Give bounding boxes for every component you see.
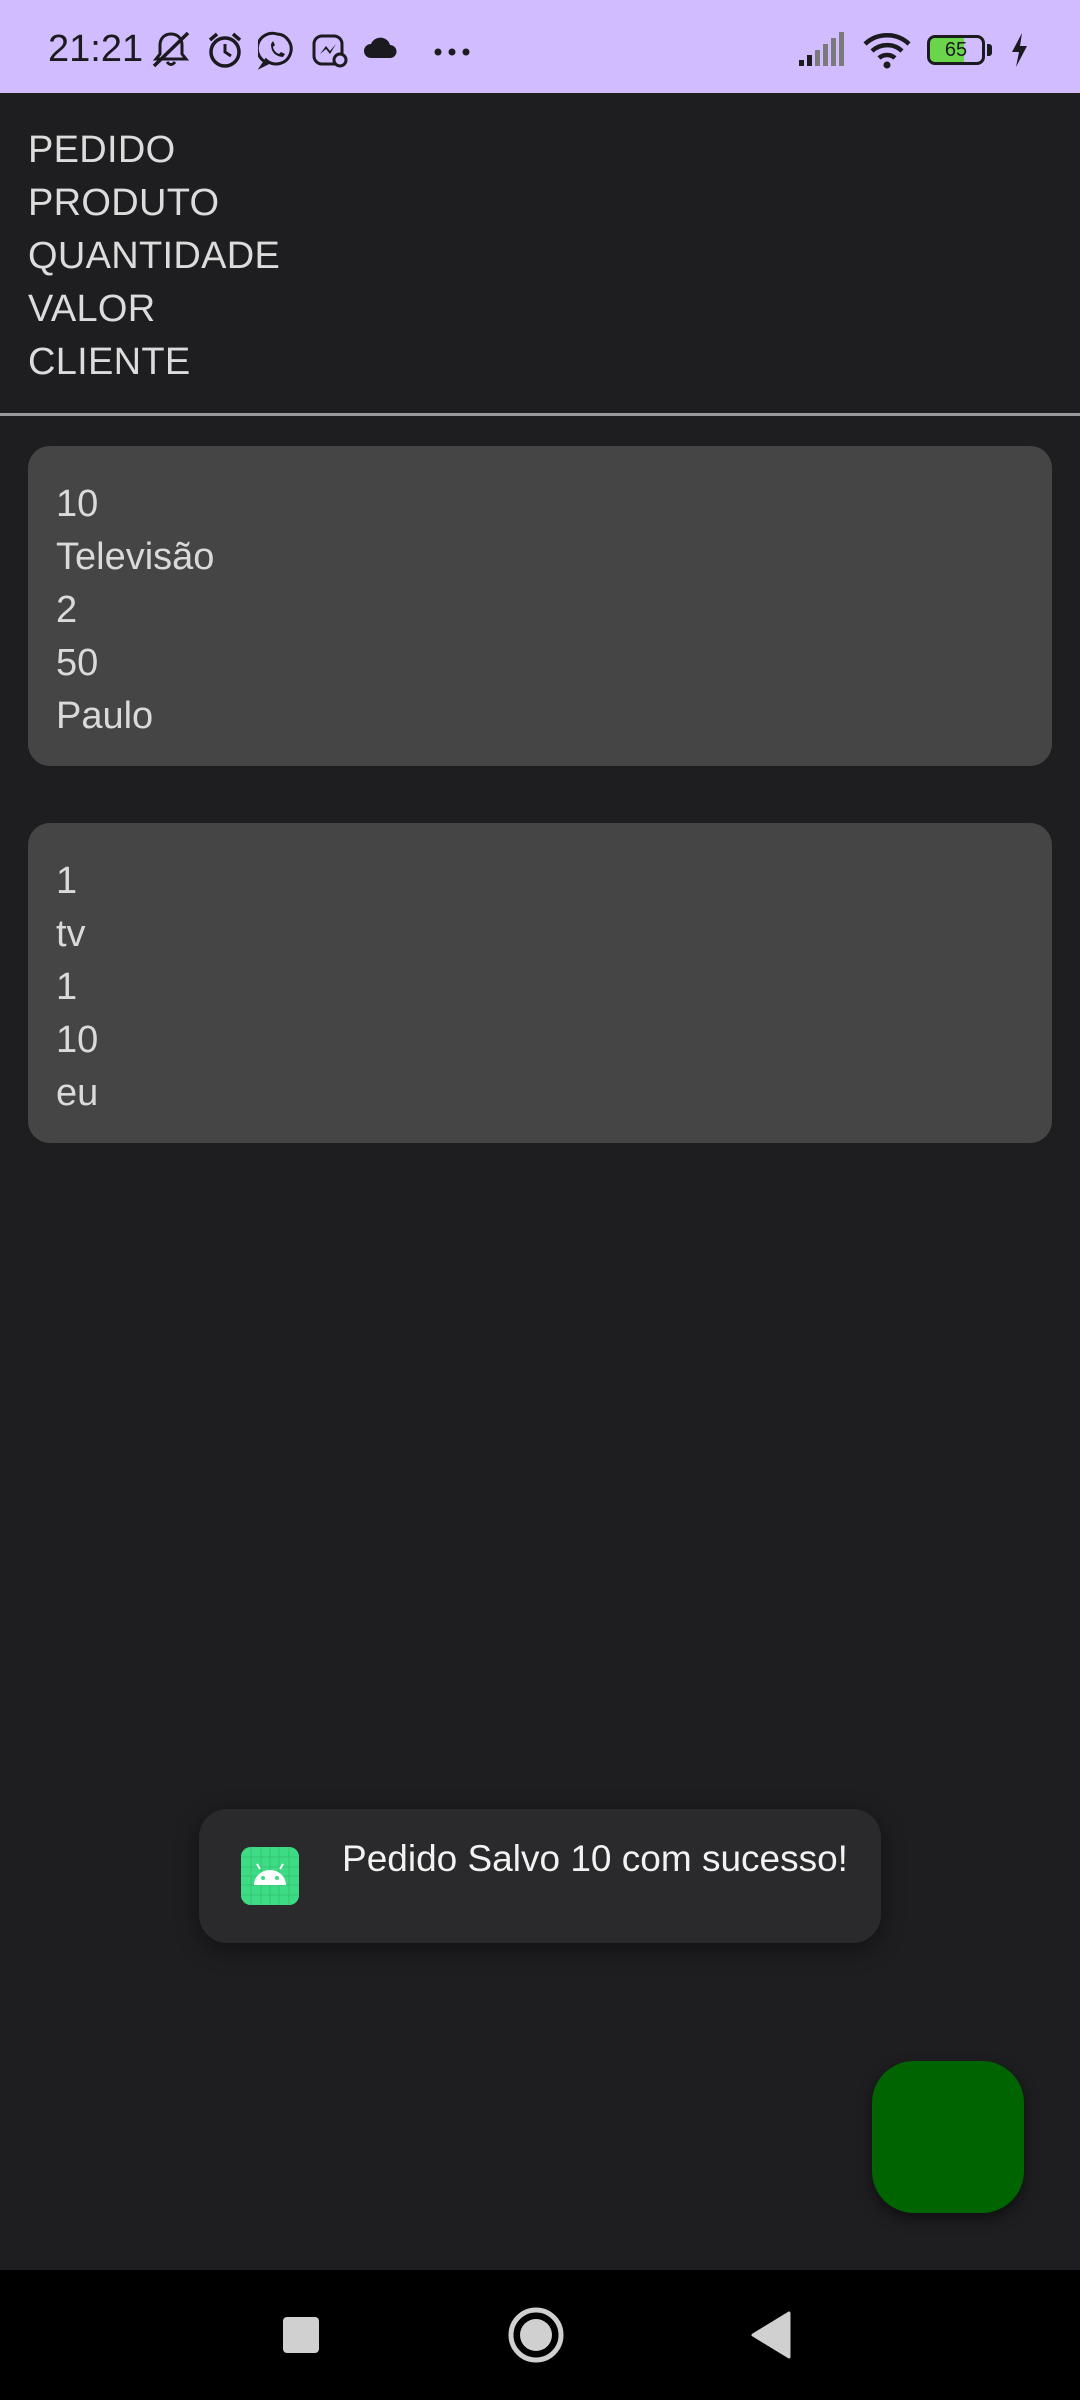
header-divider bbox=[0, 413, 1080, 416]
more-dots-icon bbox=[434, 48, 470, 56]
battery-level-text: 65 bbox=[944, 39, 968, 61]
toast-text: Pedido Salvo 10 com sucesso! bbox=[342, 1838, 848, 1879]
order-pedido: 1 bbox=[56, 860, 78, 902]
order-cliente: eu bbox=[56, 1072, 99, 1114]
cloud-icon bbox=[364, 37, 397, 58]
header-cliente-label: CLIENTE bbox=[28, 341, 191, 383]
home-button[interactable] bbox=[486, 2270, 586, 2400]
status-notification-icons bbox=[150, 30, 474, 70]
recents-square-icon bbox=[283, 2317, 319, 2353]
back-triangle-icon bbox=[751, 2311, 791, 2359]
battery-icon: 65 bbox=[927, 35, 985, 65]
home-circle-icon bbox=[508, 2307, 564, 2363]
order-card[interactable]: 10 Televisão 2 50 Paulo bbox=[28, 446, 1052, 766]
back-button[interactable] bbox=[721, 2270, 821, 2400]
add-order-button[interactable] bbox=[872, 2061, 1024, 2213]
order-pedido: 10 bbox=[56, 483, 99, 525]
order-cliente: Paulo bbox=[56, 695, 154, 737]
list-header: PEDIDO PRODUTO QUANTIDADE VALOR CLIENTE bbox=[28, 124, 1048, 389]
android-app-icon bbox=[241, 1847, 299, 1905]
whatsapp-icon bbox=[258, 31, 293, 70]
order-produto: tv bbox=[56, 913, 86, 955]
order-valor: 10 bbox=[56, 1019, 99, 1061]
header-valor-label: VALOR bbox=[28, 288, 156, 330]
toast-message: Pedido Salvo 10 com sucesso! bbox=[199, 1809, 881, 1943]
order-card[interactable]: 1 tv 1 10 eu bbox=[28, 823, 1052, 1143]
status-bar: 21:21 65 bbox=[0, 0, 1080, 93]
alarm-icon bbox=[208, 32, 242, 68]
messenger-icon bbox=[312, 34, 348, 68]
status-time: 21:21 bbox=[48, 28, 144, 70]
signal-icon bbox=[799, 32, 844, 66]
order-valor: 50 bbox=[56, 642, 99, 684]
order-quantidade: 1 bbox=[56, 966, 78, 1008]
header-produto-label: PRODUTO bbox=[28, 182, 220, 224]
order-produto: Televisão bbox=[56, 536, 215, 578]
header-pedido-label: PEDIDO bbox=[28, 129, 176, 171]
wifi-icon bbox=[863, 33, 911, 69]
app-screen: 21:21 65 PEDIDO PRODUTO QUANTIDADE VALOR… bbox=[0, 0, 1080, 2400]
header-quantidade-label: QUANTIDADE bbox=[28, 235, 281, 277]
mute-icon bbox=[152, 31, 190, 68]
battery-tip bbox=[987, 44, 992, 56]
charging-icon bbox=[1012, 33, 1027, 67]
status-system-icons: 65 bbox=[797, 30, 1030, 70]
order-quantidade: 2 bbox=[56, 589, 78, 631]
navigation-bar bbox=[0, 2270, 1080, 2400]
recents-button[interactable] bbox=[251, 2270, 351, 2400]
